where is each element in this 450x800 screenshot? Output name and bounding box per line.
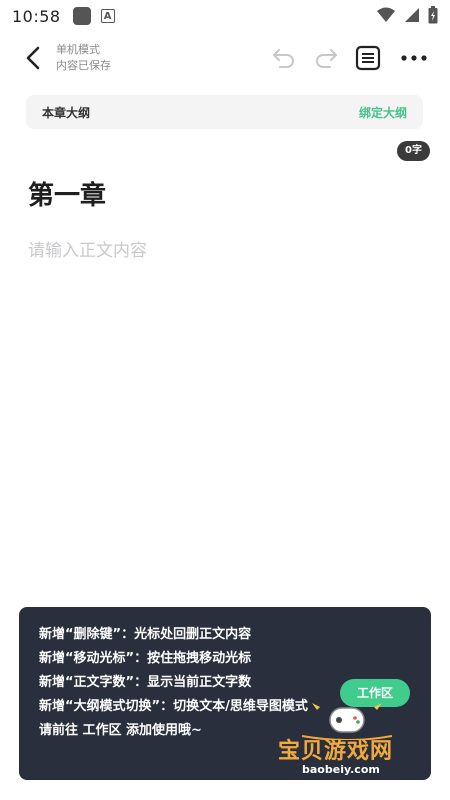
signal-icon <box>405 8 419 22</box>
more-dots-icon <box>401 55 427 61</box>
notification-icon <box>72 7 91 25</box>
body-text-input[interactable] <box>28 236 423 586</box>
undo-button[interactable] <box>270 46 298 70</box>
tips-line: 请前往 工作区 添加使用哦~ <box>39 723 202 738</box>
editor-header: 单机模式 内容已保存 <box>0 36 450 80</box>
chapter-outline-label: 本章大纲 <box>42 106 91 120</box>
watermark: 宝贝游戏网 baobeiy.com <box>272 700 422 782</box>
status-bar: 10:58 A <box>0 0 450 32</box>
redo-button[interactable] <box>312 46 340 70</box>
outline-list-button[interactable] <box>355 45 381 71</box>
chapter-outline-bar[interactable]: 本章大纲 绑定大纲 <box>26 95 423 129</box>
tips-line: 新增“删除键”：光标处回删正文内容 <box>39 627 252 642</box>
bind-outline-button[interactable]: 绑定大纲 <box>359 104 407 121</box>
tips-line: 新增“大纲模式切换”：切换文本/思维导图模式 <box>39 699 308 714</box>
save-status: 内容已保存 <box>56 59 111 72</box>
outline-list-icon <box>355 45 381 71</box>
mode-title: 单机模式 <box>56 43 100 56</box>
back-arrow-icon <box>26 46 40 70</box>
tips-line: 新增“移动光标”：按住拖拽移动光标 <box>39 651 252 666</box>
word-count-badge: 0字 <box>397 141 430 161</box>
status-time: 10:58 <box>12 6 61 26</box>
tips-line: 新增“正文字数”：显示当前正文字数 <box>39 675 252 690</box>
wifi-icon <box>377 7 395 22</box>
more-button[interactable] <box>400 50 428 66</box>
app-notification-icon: A <box>100 9 115 23</box>
watermark-text: 宝贝游戏网 <box>278 739 394 764</box>
watermark-url: baobeiy.com <box>302 763 380 776</box>
back-button[interactable] <box>22 44 46 72</box>
status-icons <box>376 6 438 24</box>
redo-icon <box>316 49 337 68</box>
tips-list: 新增“删除键”：光标处回删正文内容 新增“移动光标”：按住拖拽移动光标 新增“正… <box>39 623 309 743</box>
chapter-title[interactable]: 第一章 <box>28 175 106 212</box>
undo-icon <box>273 49 294 68</box>
battery-icon <box>428 6 438 24</box>
